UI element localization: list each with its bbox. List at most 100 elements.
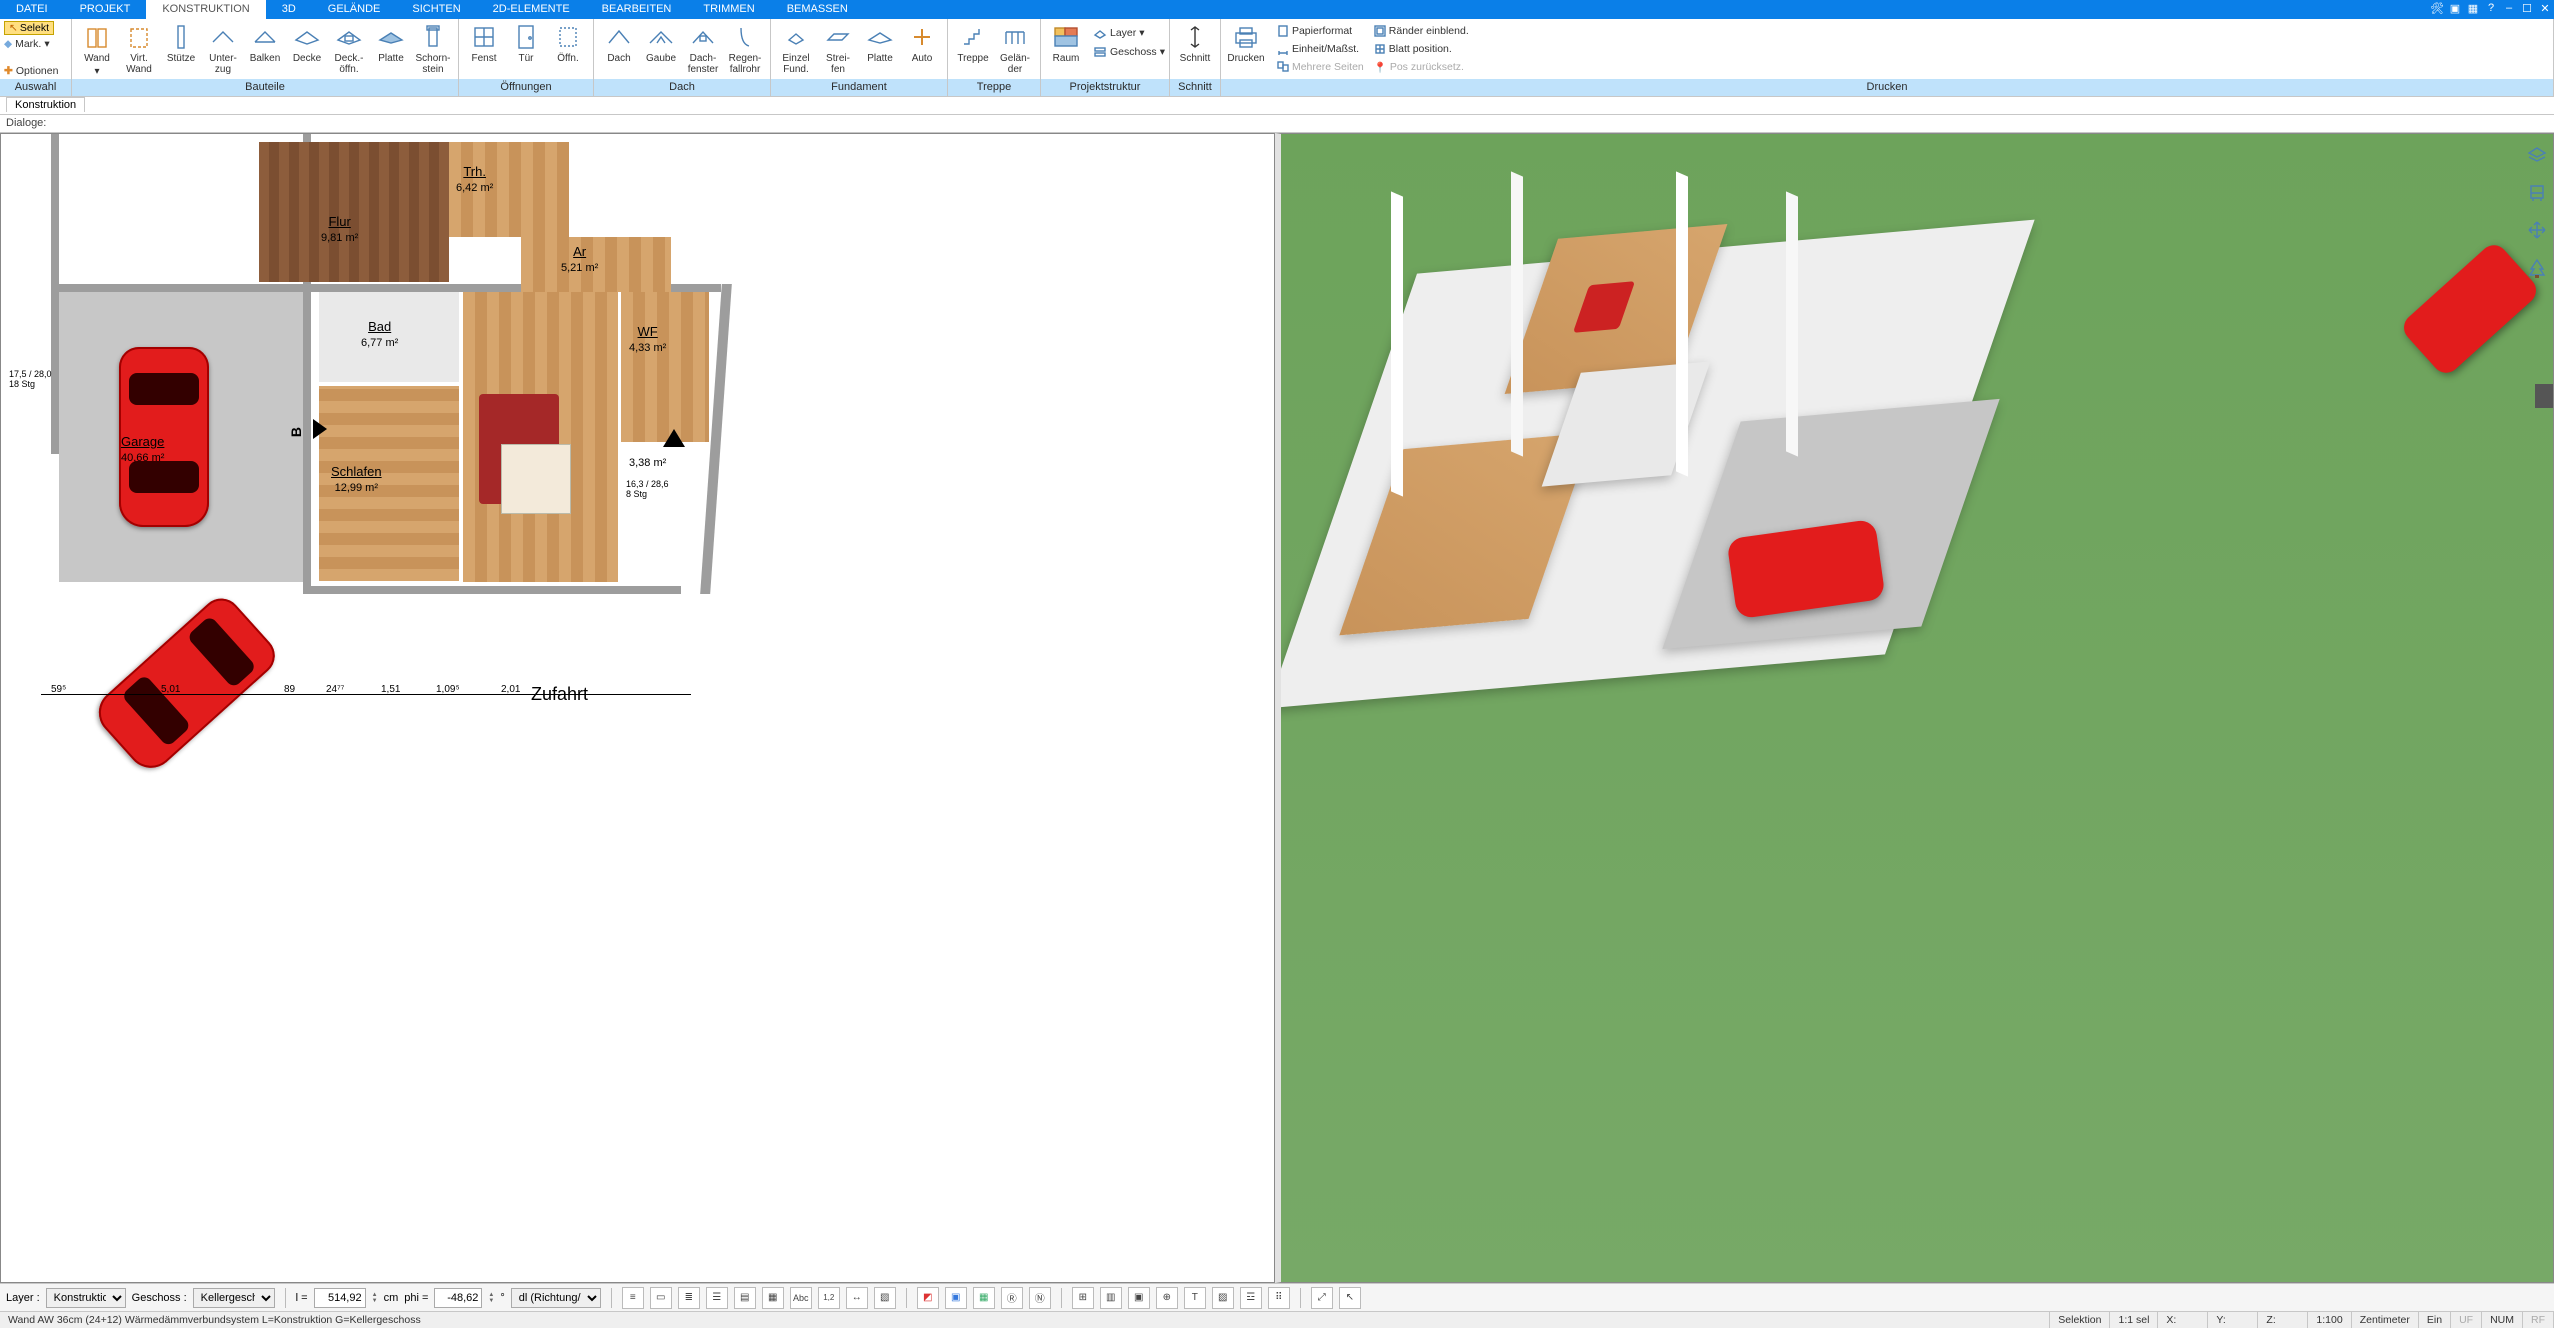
minimize-icon[interactable]: – — [2500, 0, 2518, 19]
status-y: Y: — [2208, 1312, 2258, 1328]
dachfenster-button[interactable]: Dach- fenster — [682, 21, 724, 79]
align-h-icon[interactable]: ▭ — [650, 1287, 672, 1309]
fund-platte-button[interactable]: Platte — [859, 21, 901, 79]
help-icon[interactable]: ? — [2482, 0, 2500, 19]
wand-button[interactable]: Wand▾ — [76, 21, 118, 79]
blatt-pos-button[interactable]: Blatt position. — [1374, 41, 1469, 57]
pointer-icon[interactable]: ↖ — [1339, 1287, 1361, 1309]
bluesquare-icon[interactable]: ▣ — [945, 1287, 967, 1309]
menu-item-bearbeiten[interactable]: BEARBEITEN — [586, 0, 688, 19]
stuetze-button[interactable]: Stütze — [160, 21, 202, 79]
einheit-button[interactable]: Einheit/Maßst. — [1277, 41, 1364, 57]
tools-icon[interactable]: 🛠 — [2428, 0, 2446, 19]
text-icon[interactable]: T — [1184, 1287, 1206, 1309]
dl-select[interactable]: dl (Richtung/Di — [511, 1288, 601, 1308]
circle-r-icon[interactable]: Ⓡ — [1001, 1287, 1023, 1309]
numeric-icon[interactable]: 1,2 — [818, 1287, 840, 1309]
mehrere-seiten-button[interactable]: Mehrere Seiten — [1277, 59, 1364, 75]
phi-unit: ° — [500, 1292, 504, 1304]
gelaender-button[interactable]: Gelän- der — [994, 21, 1036, 79]
group-caption: Drucken — [1221, 79, 2553, 96]
einzelfund-button[interactable]: Einzel Fund. — [775, 21, 817, 79]
balken-button[interactable]: Balken — [244, 21, 286, 79]
platte-button[interactable]: Platte — [370, 21, 412, 79]
regenfallrohr-button[interactable]: Regen- fallrohr — [724, 21, 766, 79]
fill-icon[interactable]: ▨ — [1212, 1287, 1234, 1309]
hatch-icon[interactable]: ▧ — [874, 1287, 896, 1309]
auto-button[interactable]: Auto — [901, 21, 943, 79]
menu-item-datei[interactable]: DATEI — [0, 0, 64, 19]
gaube-button[interactable]: Gaube — [640, 21, 682, 79]
fenster-button[interactable]: Fenst — [463, 21, 505, 79]
chair-icon[interactable] — [2525, 180, 2549, 204]
pos-reset-button[interactable]: 📍Pos zurücksetz. — [1374, 59, 1469, 75]
geschoss-select[interactable]: Kellergesch — [193, 1288, 275, 1308]
tuer-button[interactable]: Tür — [505, 21, 547, 79]
treppe-button[interactable]: Treppe — [952, 21, 994, 79]
layer-dropdown[interactable]: Layer▾ — [1093, 25, 1165, 41]
layer-label: Layer : — [6, 1292, 40, 1304]
menu-item-3d[interactable]: 3D — [266, 0, 312, 19]
layers2-icon[interactable]: ☲ — [1240, 1287, 1262, 1309]
dots-icon[interactable]: ⠿ — [1268, 1287, 1290, 1309]
redsquare-icon[interactable]: ◩ — [917, 1287, 939, 1309]
abc-icon[interactable]: Abc — [790, 1287, 812, 1309]
geschoss-label: Geschoss : — [132, 1292, 187, 1304]
deckoeffn-button[interactable]: Deck.- öffn. — [328, 21, 370, 79]
papierformat-button[interactable]: Papierformat — [1277, 23, 1364, 39]
align-lines-icon[interactable]: ≣ — [678, 1287, 700, 1309]
l-input[interactable] — [314, 1288, 366, 1308]
box-icon[interactable]: ▦ — [2464, 0, 2482, 19]
floorplan-view[interactable]: Garage40,66 m² Flur9,81 m² Trh.6,42 m² A… — [0, 133, 1275, 1283]
unterzug-button[interactable]: Unter- zug — [202, 21, 244, 79]
virt-wand-button[interactable]: Virt. Wand — [118, 21, 160, 79]
schnitt-button[interactable]: Schnitt — [1174, 21, 1216, 79]
wall-icon[interactable]: ▥ — [1100, 1287, 1122, 1309]
mark-button[interactable]: ◆Mark.▾ — [4, 36, 50, 52]
decke-button[interactable]: Decke — [286, 21, 328, 79]
status-rf: RF — [2523, 1312, 2554, 1328]
layer-select[interactable]: Konstruktio — [46, 1288, 126, 1308]
layers-icon[interactable] — [2525, 142, 2549, 166]
copy-icon[interactable]: ▣ — [2446, 0, 2464, 19]
menu-item-projekt[interactable]: PROJEKT — [64, 0, 147, 19]
greenbox-icon[interactable]: ▦ — [973, 1287, 995, 1309]
close-icon[interactable]: ✕ — [2536, 0, 2554, 19]
measure-icon[interactable]: ↔ — [846, 1287, 868, 1309]
room-icon[interactable]: ▣ — [1128, 1287, 1150, 1309]
align-grid-icon[interactable]: ▦ — [762, 1287, 784, 1309]
menu-item-konstruktion[interactable]: KONSTRUKTION — [146, 0, 265, 19]
align-center-icon[interactable]: ▤ — [734, 1287, 756, 1309]
align-left-icon[interactable]: ≡ — [622, 1287, 644, 1309]
raender-button[interactable]: Ränder einblend. — [1374, 23, 1469, 39]
ribbon-group-schnitt: Schnitt Schnitt — [1170, 19, 1221, 96]
raum-button[interactable]: Raum — [1045, 21, 1087, 79]
menu-item-trimmen[interactable]: TRIMMEN — [687, 0, 770, 19]
schornstein-button[interactable]: Schorn- stein — [412, 21, 454, 79]
menu-item-gelaende[interactable]: GELÄNDE — [312, 0, 397, 19]
drucken-button[interactable]: Drucken — [1225, 21, 1267, 79]
ribbon-group-dach: Dach Gaube Dach- fenster Regen- fallrohr… — [594, 19, 771, 96]
select-button[interactable]: ↖Selekt — [4, 21, 54, 35]
maximize-icon[interactable]: ☐ — [2518, 0, 2536, 19]
geschoss-dropdown[interactable]: Geschoss▾ — [1093, 44, 1165, 60]
circle-n-icon[interactable]: Ⓝ — [1029, 1287, 1051, 1309]
optionen-button[interactable]: ✚Optionen — [4, 63, 58, 79]
tree-icon[interactable] — [2525, 256, 2549, 280]
menu-item-bemassen[interactable]: BEMASSEN — [771, 0, 864, 19]
align-menu-icon[interactable]: ☰ — [706, 1287, 728, 1309]
dach-button[interactable]: Dach — [598, 21, 640, 79]
menu-item-sichten[interactable]: SICHTEN — [396, 0, 476, 19]
control-bar: Layer : Konstruktio Geschoss : Kellerges… — [0, 1283, 2554, 1311]
menu-item-2delemente[interactable]: 2D-ELEMENTE — [477, 0, 586, 19]
expand-icon[interactable]: ⤢ — [1311, 1287, 1333, 1309]
subtab-konstruktion[interactable]: Konstruktion — [0, 97, 2554, 115]
phi-input[interactable] — [434, 1288, 482, 1308]
move-icon[interactable] — [2525, 218, 2549, 242]
oeffn-button[interactable]: Öffn. — [547, 21, 589, 79]
grid-a-icon[interactable]: ⊞ — [1072, 1287, 1094, 1309]
panel-handle[interactable] — [2535, 384, 2553, 408]
3d-view[interactable] — [1275, 133, 2554, 1283]
streifen-button[interactable]: Strei- fen — [817, 21, 859, 79]
plus-grid-icon[interactable]: ⊕ — [1156, 1287, 1178, 1309]
